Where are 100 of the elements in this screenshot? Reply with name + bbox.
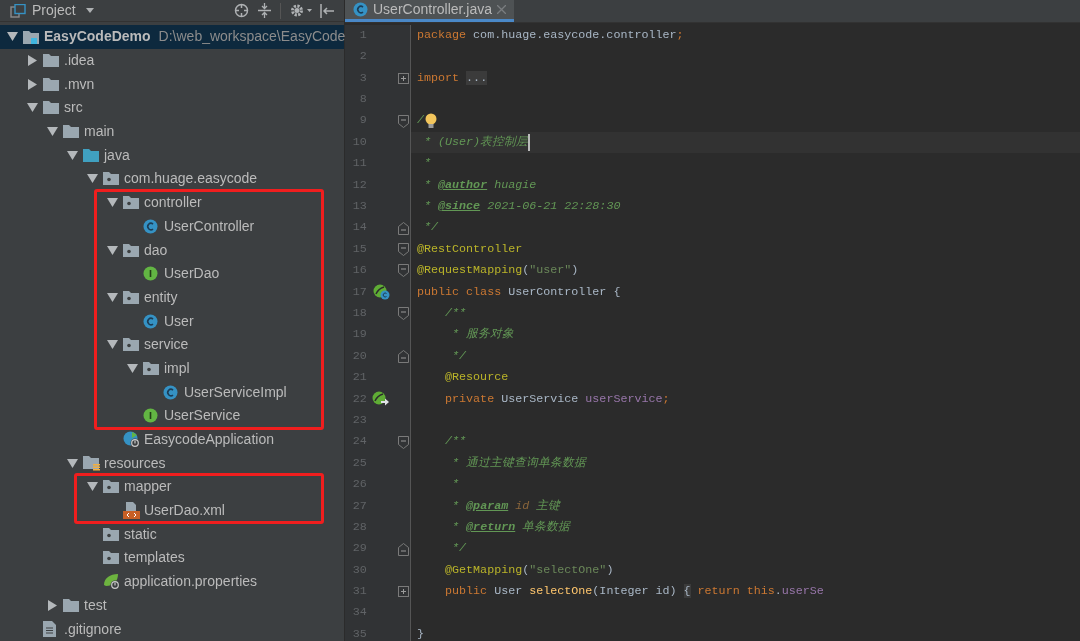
folder-icon xyxy=(43,101,59,115)
code-line: * 通过主键查询单条数据 xyxy=(451,454,587,472)
expanded-arrow-icon[interactable] xyxy=(107,197,118,209)
tree-item[interactable]: application.properties xyxy=(0,569,344,594)
tree-item[interactable]: EasycodeApplication xyxy=(0,427,344,452)
expanded-arrow-icon[interactable] xyxy=(67,457,78,469)
tree-item-label: controller xyxy=(144,193,202,213)
resource-folder-icon xyxy=(83,455,100,471)
tree-item-label: .gitignore xyxy=(64,619,122,639)
editor-tab[interactable]: UserController.java xyxy=(345,0,515,22)
expanded-arrow-icon[interactable] xyxy=(107,339,118,351)
expanded-arrow-icon[interactable] xyxy=(47,126,58,138)
tree-item-label: mapper xyxy=(124,477,172,497)
tree-item-label: resources xyxy=(104,453,166,473)
tree-item[interactable]: impl xyxy=(0,356,344,381)
tree-item-label: .idea xyxy=(64,51,95,71)
expanded-arrow-icon[interactable] xyxy=(87,173,98,185)
package-icon xyxy=(103,172,119,186)
package-icon xyxy=(103,480,119,494)
tree-item[interactable]: .idea xyxy=(0,48,344,73)
tree-item[interactable]: resources xyxy=(0,451,344,476)
locate-icon[interactable] xyxy=(234,3,249,18)
collapse-all-icon[interactable] xyxy=(258,3,271,18)
collapse-fold-icon[interactable] xyxy=(397,264,409,278)
package-icon xyxy=(103,551,119,565)
tree-item[interactable]: .mvn xyxy=(0,72,344,97)
tree-item[interactable]: UserDao xyxy=(0,261,344,286)
expanded-arrow-icon[interactable] xyxy=(107,244,118,256)
collapse-fold-icon[interactable] xyxy=(397,114,409,128)
expand-fold-icon[interactable] xyxy=(397,586,409,598)
tree-item-label: test xyxy=(84,595,107,615)
tree-item-label: User xyxy=(164,311,194,331)
package-icon xyxy=(123,243,139,257)
tree-item[interactable]: entity xyxy=(0,285,344,310)
tree-item[interactable]: UserService xyxy=(0,404,344,428)
code-line: */ xyxy=(451,347,467,365)
collapse-fold-icon[interactable] xyxy=(397,435,409,449)
tree-item[interactable]: UserServiceImpl xyxy=(0,380,344,404)
tree-item[interactable]: service xyxy=(0,332,344,357)
folder-icon xyxy=(43,54,59,68)
tree-item[interactable]: src xyxy=(0,96,344,120)
class-icon xyxy=(163,384,178,400)
tree-item[interactable]: controller xyxy=(0,190,344,215)
expanded-arrow-icon[interactable] xyxy=(27,102,38,114)
collapse-fold-icon[interactable] xyxy=(397,243,409,257)
tree-item[interactable]: UserController xyxy=(0,214,344,239)
tree-item[interactable]: main xyxy=(0,119,344,144)
collapsed-arrow-icon[interactable] xyxy=(47,599,58,611)
tree-item[interactable]: templates xyxy=(0,546,344,570)
tree-item[interactable]: EasyCodeDemo D:\web_workspace\EasyCode xyxy=(0,25,344,49)
package-icon xyxy=(143,361,159,375)
collapse-fold-icon[interactable] xyxy=(397,542,409,556)
tree-item[interactable]: dao xyxy=(0,238,344,262)
collapse-fold-icon[interactable] xyxy=(397,350,409,364)
tree-item-label: UserDao.xml xyxy=(144,501,225,521)
tree-item[interactable]: com.huage.easycode xyxy=(0,167,344,191)
tree-item-label: EasyCodeDemo xyxy=(44,27,151,47)
settings-icon[interactable] xyxy=(290,3,312,18)
code-line: */ xyxy=(451,540,467,558)
expand-fold-icon[interactable] xyxy=(397,72,409,84)
code-line: * @return 单条数据 xyxy=(451,518,571,536)
package-icon xyxy=(103,527,119,541)
bean-class-icon[interactable] xyxy=(372,284,390,301)
tree-item-label: src xyxy=(64,98,83,118)
code-line: / xyxy=(417,112,424,130)
collapsed-arrow-icon[interactable] xyxy=(27,55,38,67)
lightbulb-icon[interactable] xyxy=(424,112,438,130)
tree-item-label: UserService xyxy=(164,406,241,426)
module-icon xyxy=(23,29,39,44)
package-icon xyxy=(123,196,139,210)
panel-title[interactable]: Project xyxy=(32,0,76,21)
collapsed-arrow-icon[interactable] xyxy=(27,78,38,90)
collapse-fold-icon[interactable] xyxy=(397,307,409,321)
code-line: private UserService userService; xyxy=(444,390,670,408)
tree-item-path: D:\web_workspace\EasyCode xyxy=(158,27,346,47)
bean-inject-icon[interactable] xyxy=(372,391,391,408)
tree-item[interactable]: static xyxy=(0,522,344,547)
tree-item[interactable]: mapper xyxy=(0,475,344,499)
folder-icon xyxy=(63,598,79,612)
hide-panel-icon[interactable] xyxy=(320,3,334,18)
code-line: @Resource xyxy=(444,369,509,387)
tree-item[interactable]: test xyxy=(0,593,344,618)
collapse-fold-icon[interactable] xyxy=(397,221,409,235)
tree-item[interactable]: java xyxy=(0,143,344,168)
tree-item[interactable]: User xyxy=(0,309,344,333)
code-line: * @since 2021-06-21 22:28:30 xyxy=(423,198,621,216)
expanded-arrow-icon[interactable] xyxy=(87,481,98,493)
tree-item-label: UserDao xyxy=(164,264,220,284)
expanded-arrow-icon[interactable] xyxy=(127,362,138,374)
tree-item-label: static xyxy=(124,524,157,544)
class-icon xyxy=(143,218,158,234)
tree-item[interactable]: .gitignore xyxy=(0,617,344,641)
text-cursor xyxy=(528,134,531,152)
dropdown-caret-icon[interactable] xyxy=(85,8,94,13)
expanded-arrow-icon[interactable] xyxy=(7,31,18,43)
code-line: @RestController xyxy=(417,240,523,258)
file-icon xyxy=(43,621,56,638)
expanded-arrow-icon[interactable] xyxy=(67,149,78,161)
expanded-arrow-icon[interactable] xyxy=(107,291,118,303)
tree-item[interactable]: UserDao.xml xyxy=(0,498,344,523)
